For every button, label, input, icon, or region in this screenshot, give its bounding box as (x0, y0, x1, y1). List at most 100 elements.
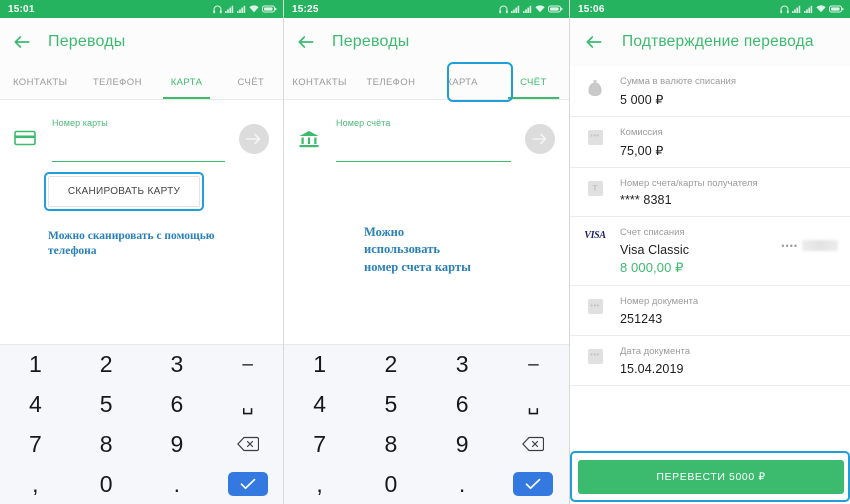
key-0[interactable]: 0 (355, 464, 426, 504)
submit-arrow-button[interactable] (525, 124, 555, 154)
tab-telefon[interactable]: ТЕЛЕФОН (80, 66, 154, 99)
row-recipient-account[interactable]: T Номер счета/карты получателя **** 8381 (570, 168, 850, 218)
card-number-input[interactable] (52, 134, 225, 162)
back-arrow-icon[interactable] (296, 32, 316, 52)
money-bag-icon (588, 80, 602, 96)
key-1[interactable]: 1 (284, 345, 355, 385)
page-title: Переводы (48, 33, 126, 50)
key-enter[interactable] (513, 472, 554, 497)
key-8[interactable]: 8 (355, 425, 426, 465)
account-number-label: Номер счёта (336, 118, 391, 128)
tab-kontakty[interactable]: КОНТАКТЫ (284, 66, 355, 99)
row-document-date-label: Дата документа (620, 345, 690, 357)
backspace-icon (236, 437, 259, 452)
confirmation-list: Сумма в валюте списания 5 000 ₽ ••• Коми… (570, 66, 850, 386)
row-document-number[interactable]: ••• Номер документа 251243 (570, 286, 850, 336)
phone-screen-transfers-card: 15:01 Переводы КОНТАКТЫ ТЕЛЕФОН КАРТА СЧ… (0, 0, 284, 504)
annotation-note-scan: Можно сканировать с помощью телефона (48, 230, 215, 258)
key-9[interactable]: 9 (142, 425, 213, 465)
row-amount-body: Сумма в валюте списания 5 000 ₽ (620, 75, 838, 107)
key-space[interactable]: ␣ (498, 385, 569, 425)
key-8[interactable]: 8 (71, 425, 142, 465)
row-recipient-body: Номер счета/карты получателя **** 8381 (620, 177, 838, 208)
transfer-button[interactable]: ПЕРЕВЕСТИ 5000 ₽ (578, 460, 844, 494)
key-dash[interactable]: – (212, 345, 283, 385)
row-source-balance: 8 000,00 ₽ (620, 260, 684, 276)
tab-karta[interactable]: КАРТА (427, 66, 498, 99)
key-1[interactable]: 1 (0, 345, 71, 385)
key-3[interactable]: 3 (427, 345, 498, 385)
key-9[interactable]: 9 (427, 425, 498, 465)
arrow-right-icon (246, 133, 261, 145)
key-7[interactable]: 7 (0, 425, 71, 465)
account-number-input[interactable] (336, 134, 511, 162)
pay-button-wrap: ПЕРЕВЕСТИ 5000 ₽ (570, 451, 850, 502)
tab-schet[interactable]: СЧЁТ (498, 66, 569, 99)
account-number-field: Номер счёта (336, 116, 511, 162)
row-document-date-value: 15.04.2019 (620, 361, 684, 376)
key-backspace[interactable] (498, 425, 569, 465)
signal-icon (792, 5, 801, 13)
visa-icon: VISA (584, 230, 606, 242)
row-amount[interactable]: Сумма в валюте списания 5 000 ₽ (570, 66, 850, 117)
signal-icon (225, 5, 234, 13)
money-bag-icon-wrap (584, 75, 606, 97)
tab-telefon[interactable]: ТЕЛЕФОН (355, 66, 426, 99)
signal-icon (804, 5, 813, 13)
key-2[interactable]: 2 (355, 345, 426, 385)
row-document-date-body: Дата документа 15.04.2019 (620, 345, 838, 376)
row-document-number-value: 251243 (620, 311, 663, 326)
numeric-keypad: 1 2 3 – 4 5 6 ␣ 7 8 9 , 0 . (284, 344, 569, 504)
row-document-date[interactable]: ••• Дата документа 15.04.2019 (570, 336, 850, 386)
back-arrow-icon[interactable] (584, 32, 604, 52)
row-commission[interactable]: ••• Комиссия 75,00 ₽ (570, 117, 850, 168)
row-source-account[interactable]: VISA Счет списания Visa Classic 8 000,00… (570, 217, 850, 287)
dots-square-icon-wrap: ••• (584, 345, 606, 364)
key-2[interactable]: 2 (71, 345, 142, 385)
tab-kontakty[interactable]: КОНТАКТЫ (0, 66, 80, 99)
row-source-trailing: •••• (781, 226, 838, 252)
key-enter[interactable] (227, 472, 268, 497)
check-icon (526, 478, 541, 490)
key-backspace[interactable] (212, 425, 283, 465)
key-4[interactable]: 4 (0, 385, 71, 425)
arrow-right-icon (532, 133, 547, 145)
key-5[interactable]: 5 (355, 385, 426, 425)
key-6[interactable]: 6 (427, 385, 498, 425)
screenshot-root: 15:01 Переводы КОНТАКТЫ ТЕЛЕФОН КАРТА СЧ… (0, 0, 850, 504)
status-time: 15:01 (8, 3, 35, 15)
key-dash[interactable]: – (498, 345, 569, 385)
key-space[interactable]: ␣ (212, 385, 283, 425)
signal-icon (237, 5, 246, 13)
row-document-number-body: Номер документа 251243 (620, 295, 838, 326)
key-comma[interactable]: , (0, 464, 71, 504)
card-number-row: Номер карты (14, 116, 269, 162)
row-source-card-name: Visa Classic (620, 243, 690, 258)
headphone-icon (780, 5, 789, 13)
tab-karta[interactable]: КАРТА (154, 66, 218, 99)
page-title: Подтверждение перевода (622, 33, 814, 50)
key-comma[interactable]: , (284, 464, 355, 504)
row-commission-body: Комиссия 75,00 ₽ (620, 126, 838, 158)
status-bar: 15:25 (284, 0, 569, 18)
key-dot[interactable]: . (427, 464, 498, 504)
submit-arrow-button[interactable] (239, 124, 269, 154)
tab-bar: КОНТАКТЫ ТЕЛЕФОН КАРТА СЧЁТ (0, 66, 283, 100)
key-5[interactable]: 5 (71, 385, 142, 425)
key-7[interactable]: 7 (284, 425, 355, 465)
tab-schet[interactable]: СЧЁТ (219, 66, 283, 99)
key-4[interactable]: 4 (284, 385, 355, 425)
status-time: 15:06 (578, 3, 605, 15)
scan-card-button[interactable]: СКАНИРОВАТЬ КАРТУ (48, 176, 200, 207)
back-arrow-icon[interactable] (12, 32, 32, 52)
key-3[interactable]: 3 (142, 345, 213, 385)
key-0[interactable]: 0 (71, 464, 142, 504)
row-source-body: Счет списания Visa Classic 8 000,00 ₽ (620, 226, 767, 276)
battery-icon (829, 5, 844, 13)
dots-square-icon: ••• (587, 348, 603, 364)
bank-icon (299, 131, 319, 148)
key-dot[interactable]: . (142, 464, 213, 504)
text-square-icon: T (587, 180, 603, 196)
check-icon (240, 478, 255, 490)
key-6[interactable]: 6 (142, 385, 213, 425)
